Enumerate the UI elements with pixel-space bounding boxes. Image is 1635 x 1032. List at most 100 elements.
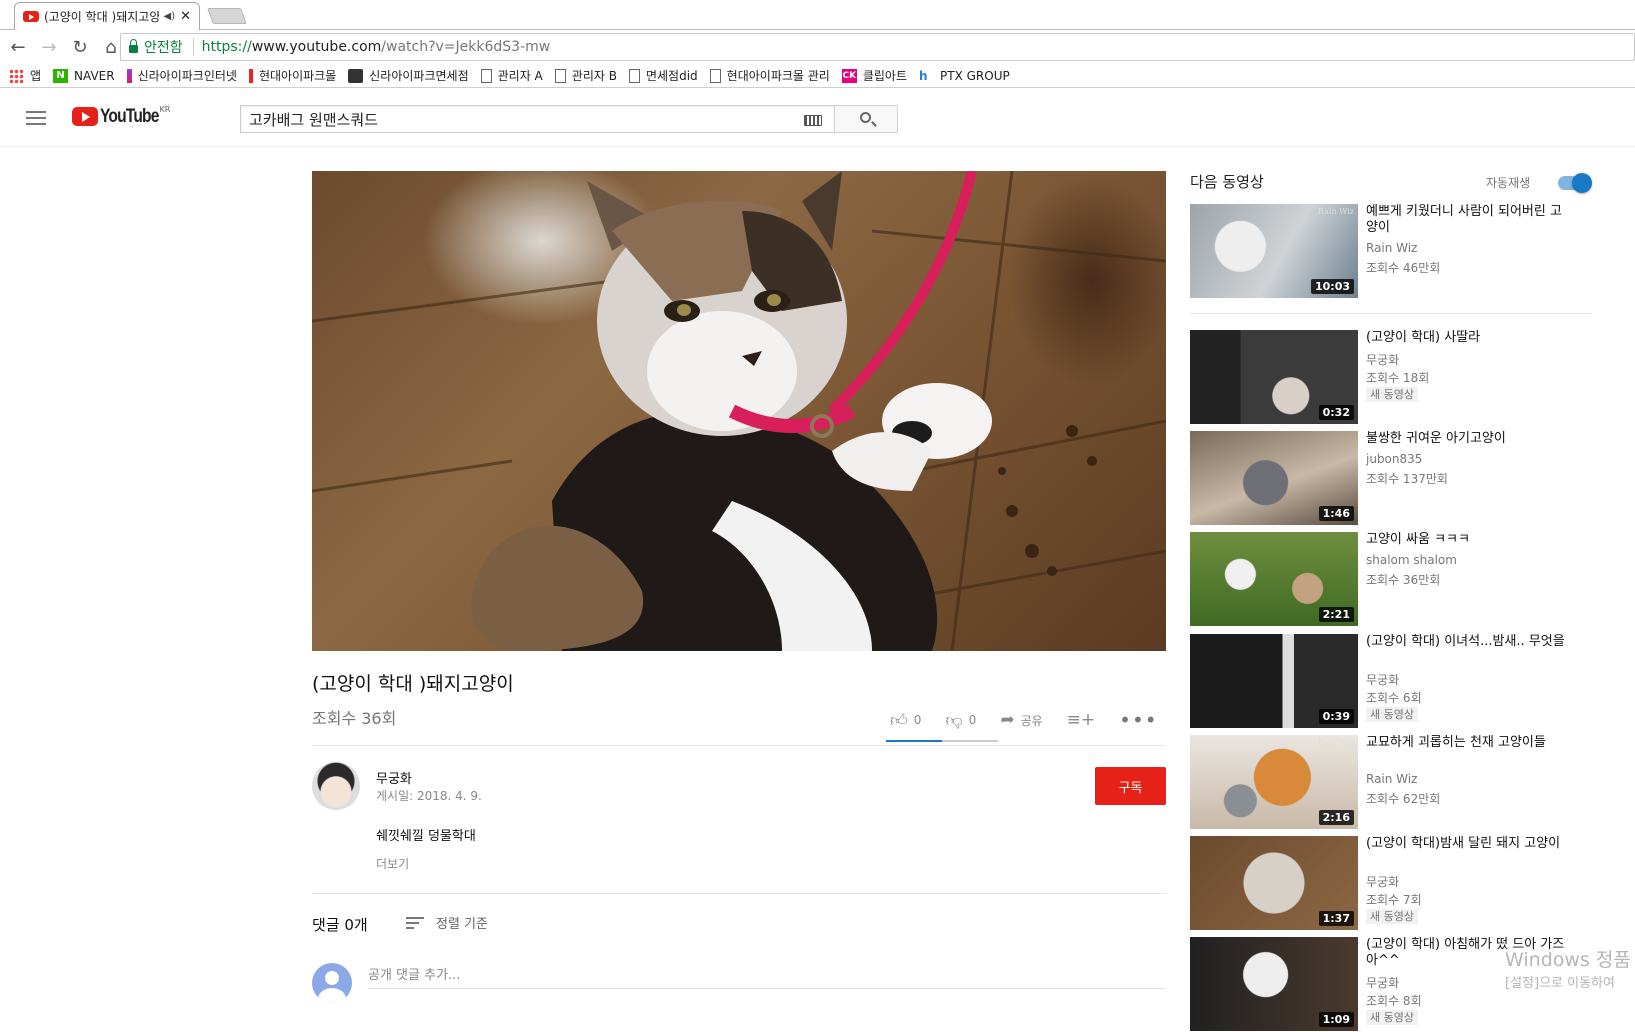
video-title: (고양이 학대 )돼지고양이 bbox=[312, 673, 514, 695]
bookmark-admin-b[interactable]: 관리자 B bbox=[554, 67, 617, 84]
video-title[interactable]: 고양이 싸움 ㅋㅋㅋ bbox=[1366, 532, 1566, 548]
back-arrow-icon[interactable]: ← bbox=[5, 37, 31, 58]
apps-grid-icon bbox=[9, 68, 24, 83]
more-actions-icon[interactable]: ••• bbox=[1119, 708, 1157, 732]
view-count: 조회수 36회 bbox=[312, 709, 397, 728]
comment-input[interactable] bbox=[368, 962, 1166, 989]
bookmark-shilla-dutyfree[interactable]: 신라아이파크면세점 bbox=[348, 67, 469, 84]
sort-comments-button[interactable]: 정렬 기준 bbox=[406, 913, 488, 932]
video-title[interactable]: 예쁘게 키웠더니 사람이 되어버린 고양이 bbox=[1366, 204, 1566, 236]
audio-playing-icon[interactable]: ◀) bbox=[164, 11, 176, 22]
video-thumbnail[interactable]: 1:46 bbox=[1190, 431, 1358, 525]
search-input[interactable]: 고카배그 원맨스쿼드 bbox=[240, 105, 834, 133]
channel-name: 무궁화 bbox=[1366, 976, 1400, 990]
bookmark-label: 관리자 A bbox=[497, 69, 543, 83]
url-path: /watch?v=Jekk6dS3-mw bbox=[381, 39, 551, 55]
video-actions: 👍︎ 0 👎︎ 0 ➦ 공유 ≡+ ••• bbox=[890, 708, 1182, 732]
youtube-logo[interactable]: YouTube KR bbox=[72, 105, 170, 127]
video-views: 조회수 62만회 bbox=[1366, 792, 1441, 806]
bookmark-hyundai-admin[interactable]: 현대아이파크몰 관리 bbox=[709, 67, 830, 84]
video-thumbnail[interactable]: 1:09 bbox=[1190, 937, 1358, 1031]
video-duration: 1:37 bbox=[1318, 911, 1354, 926]
video-title[interactable]: (고양이 학대)밤새 달린 돼지 고양이 bbox=[1366, 836, 1566, 852]
video-duration: 1:09 bbox=[1318, 1012, 1354, 1027]
share-button[interactable]: ➦ 공유 bbox=[1000, 710, 1042, 730]
recommended-video[interactable]: 1:46 불쌍한 귀여운 아기고양이 jubon835 조회수 137만회 bbox=[1190, 431, 1590, 525]
video-title[interactable]: 교묘하게 괴롭히는 천재 고양이들 bbox=[1366, 735, 1566, 751]
bookmark-apps[interactable]: 앱 bbox=[9, 67, 41, 84]
new-tab-button[interactable] bbox=[207, 8, 247, 24]
show-more-link[interactable]: 더보기 bbox=[376, 855, 409, 872]
video-thumbnail[interactable]: 2:21 bbox=[1190, 532, 1358, 626]
channel-name[interactable]: 무궁화 bbox=[376, 768, 412, 787]
dislike-button[interactable]: 👎︎ 0 bbox=[945, 710, 976, 731]
forward-arrow-icon[interactable]: → bbox=[36, 37, 62, 58]
bookmark-label: NAVER bbox=[74, 68, 115, 83]
address-bar[interactable]: 안전함 https:// www.youtube.com /watch?v=Je… bbox=[120, 33, 1635, 61]
recommended-video[interactable]: 0:39 (고양이 학대) 이녀석...밤새.. 무엇을 무궁화 조회수 6회 새 동영… bbox=[1190, 634, 1590, 728]
video-player[interactable] bbox=[312, 171, 1166, 651]
divider bbox=[312, 893, 1166, 894]
video-title[interactable]: (고양이 학대) 사딸라 bbox=[1366, 330, 1566, 346]
close-tab-icon[interactable]: ✕ bbox=[180, 9, 191, 24]
video-views: 조회수 18회 bbox=[1366, 371, 1430, 385]
video-views: 조회수 46만회 bbox=[1366, 261, 1441, 275]
bookmark-label: 현대아이파크몰 bbox=[258, 69, 337, 83]
sort-icon bbox=[406, 916, 424, 929]
video-thumbnail[interactable]: Rain Wiz 2:16 bbox=[1190, 735, 1358, 829]
add-to-playlist-button[interactable]: ≡+ bbox=[1067, 710, 1096, 730]
bookmark-naver[interactable]: N NAVER bbox=[53, 68, 115, 83]
bookmark-label: 현대아이파크몰 관리 bbox=[726, 69, 830, 83]
recommended-video[interactable]: 0:32 (고양이 학대) 사딸라 무궁화 조회수 18회 새 동영상 bbox=[1190, 330, 1590, 424]
browser-tab[interactable]: (고양이 학대 )돼지고양 ◀) ✕ bbox=[14, 2, 200, 30]
channel-avatar[interactable] bbox=[312, 762, 360, 810]
search-icon bbox=[860, 112, 871, 123]
video-title[interactable]: (고양이 학대) 이녀석...밤새.. 무엇을 bbox=[1366, 634, 1566, 650]
bookmark-admin-a[interactable]: 관리자 A bbox=[480, 67, 543, 84]
like-button[interactable]: 👍︎ 0 bbox=[890, 710, 921, 731]
tab-title: (고양이 학대 )돼지고양 bbox=[44, 10, 159, 24]
youtube-play-icon bbox=[72, 107, 98, 126]
bookmark-ptx-group[interactable]: h PTX GROUP bbox=[919, 69, 1010, 83]
video-thumbnail[interactable]: 1:37 bbox=[1190, 836, 1358, 930]
ptx-icon: h bbox=[919, 68, 928, 83]
video-thumbnail[interactable]: 0:32 bbox=[1190, 330, 1358, 424]
comment-count: 댓글 0개 bbox=[312, 916, 368, 934]
subscribe-button[interactable]: 구독 bbox=[1095, 767, 1166, 805]
search-button[interactable] bbox=[834, 105, 898, 133]
browser-tabstrip: (고양이 학대 )돼지고양 ◀) ✕ bbox=[0, 0, 1635, 30]
os-activation-watermark: Windows 정품 bbox=[1505, 949, 1631, 971]
video-thumbnail[interactable]: Rain Wiz 10:03 bbox=[1190, 204, 1358, 298]
video-description: 쉐낏쉐낄 덩물학대 bbox=[376, 829, 476, 844]
youtube-masthead: YouTube KR 고카배그 원맨스쿼드 bbox=[0, 89, 1635, 147]
bookmark-label: 클립아트 bbox=[862, 69, 908, 83]
recommended-video[interactable]: 2:21 고양이 싸움 ㅋㅋㅋ shalom shalom 조회수 36만회 bbox=[1190, 532, 1590, 626]
recommended-video[interactable]: Rain Wiz 2:16 교묘하게 괴롭히는 천재 고양이들 Rain Wiz 조회수… bbox=[1190, 735, 1590, 829]
new-video-badge: 새 동영상 bbox=[1366, 1010, 1418, 1025]
bookmark-dutyfree-did[interactable]: 면세점did bbox=[628, 67, 698, 84]
url-host: www.youtube.com bbox=[251, 39, 382, 55]
menu-icon[interactable] bbox=[26, 111, 46, 125]
autoplay-toggle[interactable] bbox=[1558, 173, 1592, 193]
recommended-video[interactable]: Rain Wiz 10:03 예쁘게 키웠더니 사람이 되어버린 고양이 Rain W… bbox=[1190, 204, 1590, 298]
page-icon bbox=[709, 68, 721, 83]
browser-toolbar: ← → ↻ ⌂ 안전함 https:// www.youtube.com /wa… bbox=[0, 30, 1635, 64]
reload-icon[interactable]: ↻ bbox=[67, 37, 93, 58]
youtube-favicon-icon bbox=[23, 11, 39, 22]
thumbs-up-icon: 👍︎ bbox=[890, 710, 908, 731]
video-thumbnail[interactable]: 0:39 bbox=[1190, 634, 1358, 728]
video-title[interactable]: 불쌍한 귀여운 아기고양이 bbox=[1366, 431, 1566, 447]
bookmark-clipart[interactable]: CK 클립아트 bbox=[841, 67, 908, 84]
video-views: 조회수 6회 bbox=[1366, 691, 1422, 705]
bookmark-label: 앱 bbox=[30, 69, 42, 83]
bookmark-shilla-internet[interactable]: 신라아이파크인터넷 bbox=[126, 67, 237, 84]
publish-date: 게시일: 2018. 4. 9. bbox=[376, 789, 482, 803]
sentiment-bar bbox=[886, 740, 998, 742]
channel-name: 무궁화 bbox=[1366, 875, 1400, 889]
playlist-add-icon: ≡+ bbox=[1066, 710, 1096, 730]
keyboard-icon[interactable] bbox=[804, 115, 822, 126]
video-duration: 10:03 bbox=[1310, 279, 1354, 294]
dislike-count: 0 bbox=[968, 713, 977, 727]
recommended-video[interactable]: 1:37 (고양이 학대)밤새 달린 돼지 고양이 무궁화 조회수 7회 새 동영상 bbox=[1190, 836, 1590, 930]
bookmark-hyundai-mall[interactable]: 현대아이파크몰 bbox=[248, 67, 337, 84]
